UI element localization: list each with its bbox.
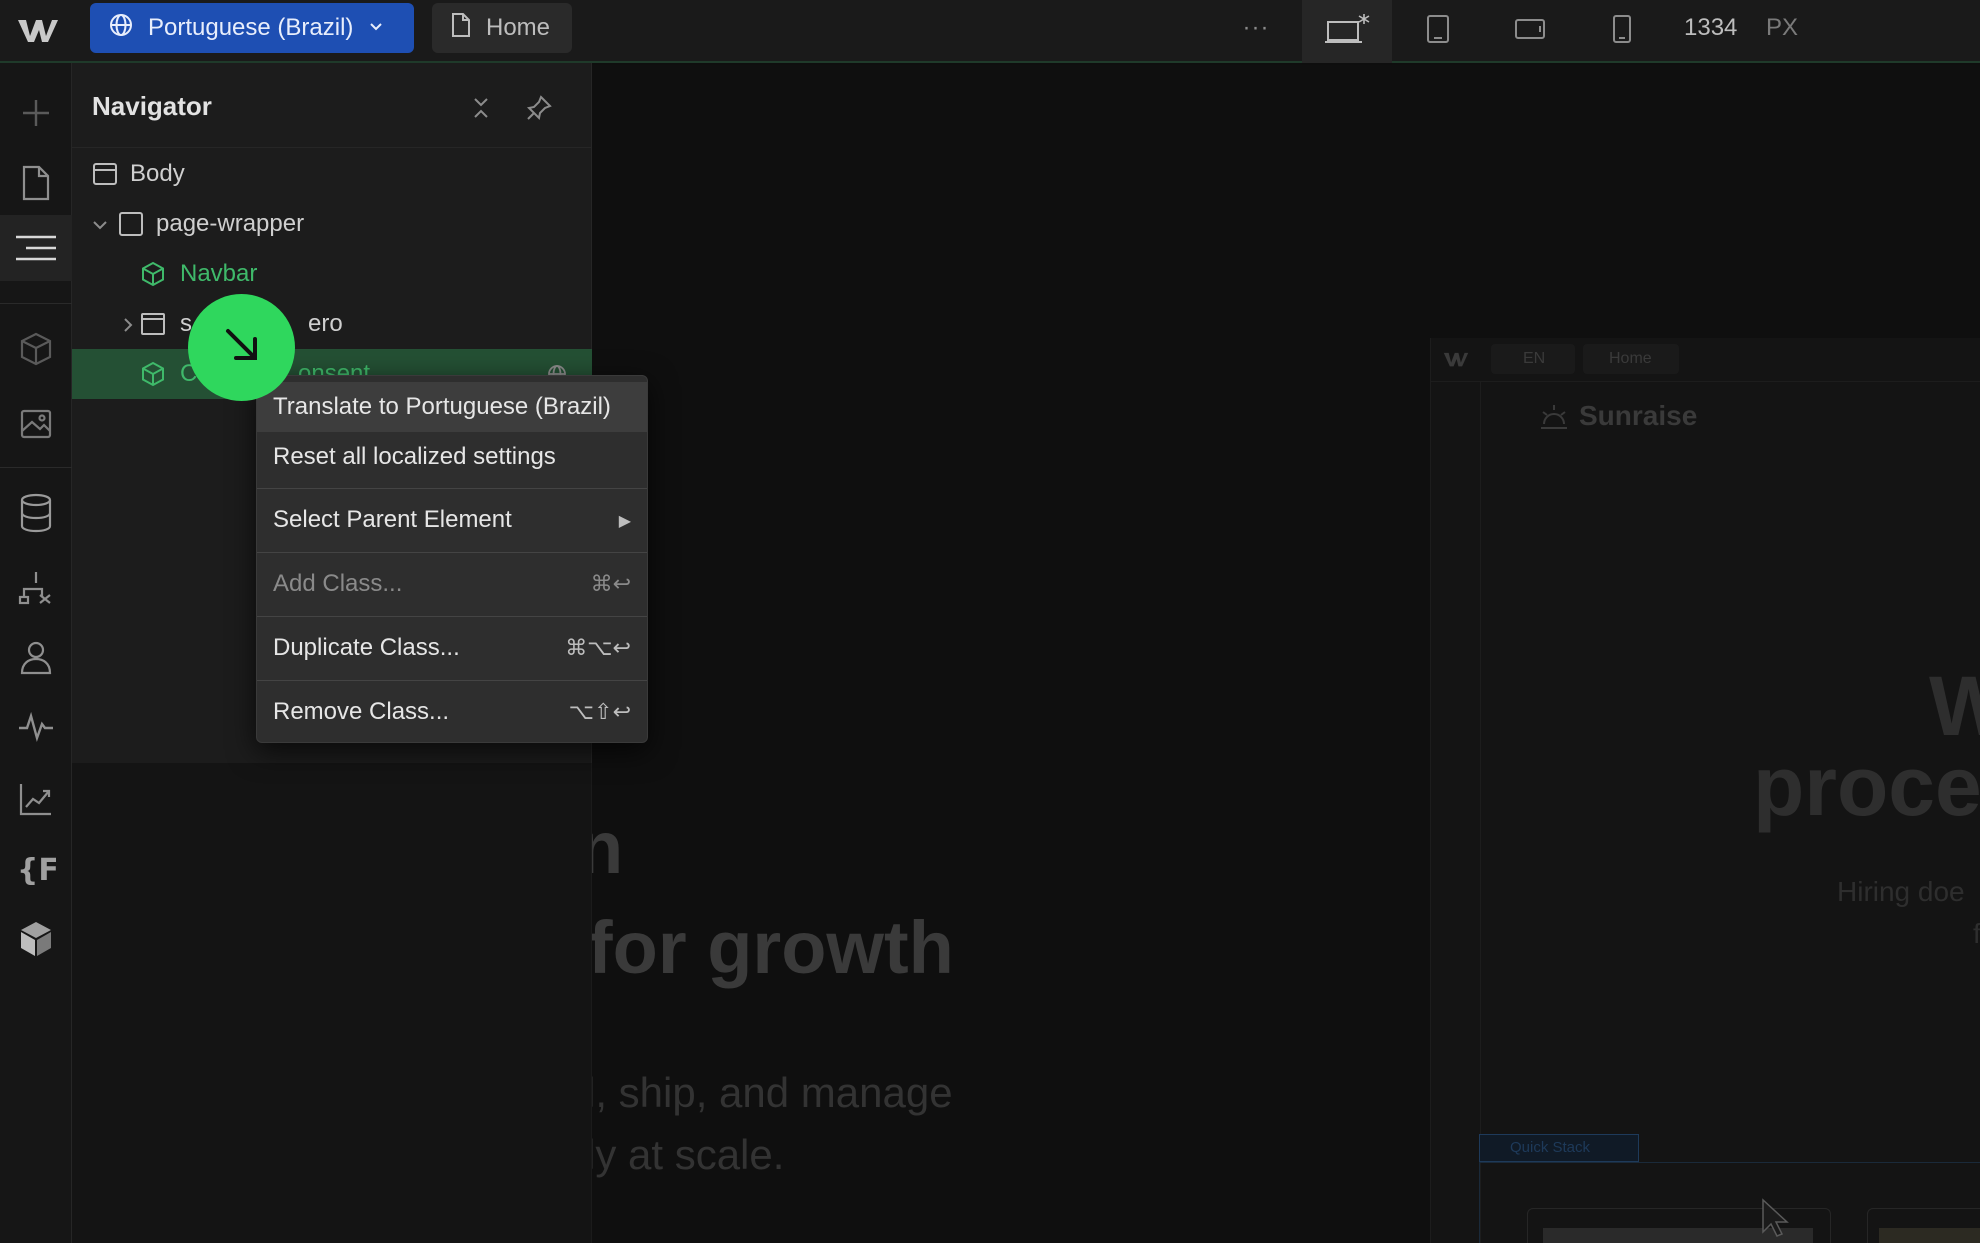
preview-topbar: EN Home — [1431, 338, 1980, 382]
pin-icon[interactable] — [524, 93, 554, 123]
tree-item-navbar[interactable]: Navbar — [72, 249, 592, 299]
analytics-chart-icon[interactable] — [12, 775, 60, 823]
page-switcher-button[interactable]: Home — [432, 3, 572, 53]
add-element-icon[interactable] — [12, 89, 60, 137]
cms-database-icon[interactable] — [12, 489, 60, 537]
design-canvas[interactable]: n for growth l, ship, and manage ly at s… — [592, 65, 1980, 1243]
top-toolbar: Portuguese (Brazil) Home ··· 1334 PX — [0, 0, 1980, 63]
activity-icon[interactable] — [12, 703, 60, 751]
preview-heading: proce — [1753, 739, 1980, 833]
body-element-icon — [92, 161, 118, 187]
hero-heading-fragment: n — [592, 806, 624, 889]
webflow-logo-icon[interactable] — [14, 12, 62, 48]
breakpoint-tablet-button[interactable] — [1408, 0, 1468, 63]
preview-locale: EN — [1491, 344, 1575, 374]
breakpoint-mobile-portrait-button[interactable] — [1592, 0, 1652, 63]
menu-item-label: Reset all localized settings — [273, 443, 556, 470]
components-icon[interactable] — [12, 325, 60, 373]
tree-item-section-hero[interactable]: s ero — [72, 299, 592, 349]
apps-cube-icon[interactable] — [12, 915, 60, 963]
canvas-width-unit: PX — [1766, 14, 1799, 41]
preview-page: Home — [1583, 344, 1679, 374]
locale-switcher-button[interactable]: Portuguese (Brazil) — [90, 3, 414, 53]
assets-icon[interactable] — [12, 399, 60, 447]
menu-item-label: Add Class... — [273, 570, 403, 597]
users-icon[interactable] — [12, 633, 60, 681]
hero-body-fragment: ly at scale. — [592, 1131, 785, 1178]
menu-item-duplicate-class[interactable]: Duplicate Class... ⌘⌥↩ — [257, 622, 647, 674]
chevron-right-icon[interactable] — [118, 314, 138, 334]
tree-item-label: Navbar — [180, 260, 258, 287]
component-icon — [140, 261, 166, 287]
arrow-down-right-icon — [218, 321, 266, 374]
shortcut-hint: ⌘⌥↩ — [565, 635, 631, 661]
variables-icon[interactable]: {F — [12, 845, 60, 893]
more-options-button[interactable]: ··· — [1238, 10, 1274, 46]
navigator-title: Navigator — [92, 91, 212, 121]
context-menu: Translate to Portuguese (Brazil) Reset a… — [256, 375, 648, 743]
menu-item-label: Remove Class... — [273, 698, 450, 725]
menu-item-reset-localized[interactable]: Reset all localized settings — [257, 432, 647, 482]
preview-subtext: f — [1973, 918, 1980, 950]
tree-item-page-wrapper[interactable]: page-wrapper — [72, 199, 592, 249]
mobile-landscape-icon — [1514, 17, 1546, 46]
navigator-empty-area — [72, 763, 592, 1243]
pages-icon[interactable] — [12, 159, 60, 207]
chevron-down-icon — [367, 14, 385, 42]
locale-label: Portuguese (Brazil) — [148, 14, 354, 41]
component-icon — [140, 361, 166, 387]
svg-text:{F: {F — [17, 853, 56, 887]
menu-item-label: Translate to Portuguese (Brazil) — [273, 393, 611, 420]
cursor-highlight — [188, 294, 295, 401]
menu-item-remove-class[interactable]: Remove Class... ⌥⇧↩ — [257, 686, 647, 738]
chevron-down-icon[interactable] — [90, 214, 110, 234]
breakpoint-mobile-landscape-button[interactable] — [1500, 0, 1560, 63]
canvas-width-value[interactable]: 1334 — [1684, 14, 1737, 42]
tree-item-label: page-wrapper — [156, 210, 305, 237]
preview-rail — [1431, 382, 1481, 1243]
preview-subtext: Hiring doe — [1837, 876, 1965, 907]
shortcut-hint: ⌘↩ — [590, 571, 631, 597]
desktop-breakpoint-icon — [1324, 12, 1370, 51]
tree-item-label-rest: ero — [308, 310, 343, 337]
hero-heading-fragment: for growth — [592, 906, 954, 989]
tree-item-label: Body — [130, 160, 185, 187]
page-label: Home — [486, 14, 551, 41]
tree-item-body[interactable]: Body — [72, 149, 592, 199]
menu-item-label: Duplicate Class... — [273, 634, 460, 661]
tablet-icon — [1426, 14, 1450, 49]
globe-icon — [108, 12, 134, 45]
left-icon-rail: {F — [0, 63, 72, 1243]
preview-quick-stack-tag: Quick Stack — [1479, 1134, 1639, 1162]
navigator-icon[interactable] — [0, 215, 72, 281]
preview-screenshot: EN Home Sunraise W proce Hiring doe f Qu… — [1430, 338, 1980, 1243]
submenu-arrow-icon: ▶ — [618, 510, 631, 530]
collapse-all-icon[interactable] — [466, 93, 496, 123]
hero-body-fragment: l, ship, and manage — [592, 1069, 953, 1116]
sun-logo-icon — [1539, 402, 1569, 432]
logic-flow-icon[interactable] — [12, 563, 60, 611]
mobile-portrait-icon — [1611, 14, 1633, 49]
mouse-pointer-icon — [1760, 1198, 1790, 1238]
preview-card-image — [1879, 1228, 1980, 1243]
menu-item-label: Select Parent Element — [273, 506, 512, 533]
menu-item-select-parent[interactable]: Select Parent Element ▶ — [257, 494, 647, 546]
page-icon — [450, 12, 472, 45]
div-block-icon — [118, 211, 144, 237]
breakpoint-desktop-button[interactable] — [1302, 0, 1392, 63]
section-icon — [140, 311, 166, 337]
webflow-logo-icon — [1441, 348, 1471, 375]
preview-brand: Sunraise — [1579, 400, 1698, 431]
shortcut-hint: ⌥⇧↩ — [568, 699, 631, 725]
menu-item-add-class[interactable]: Add Class... ⌘↩ — [257, 558, 647, 610]
menu-item-translate[interactable]: Translate to Portuguese (Brazil) — [257, 382, 647, 432]
